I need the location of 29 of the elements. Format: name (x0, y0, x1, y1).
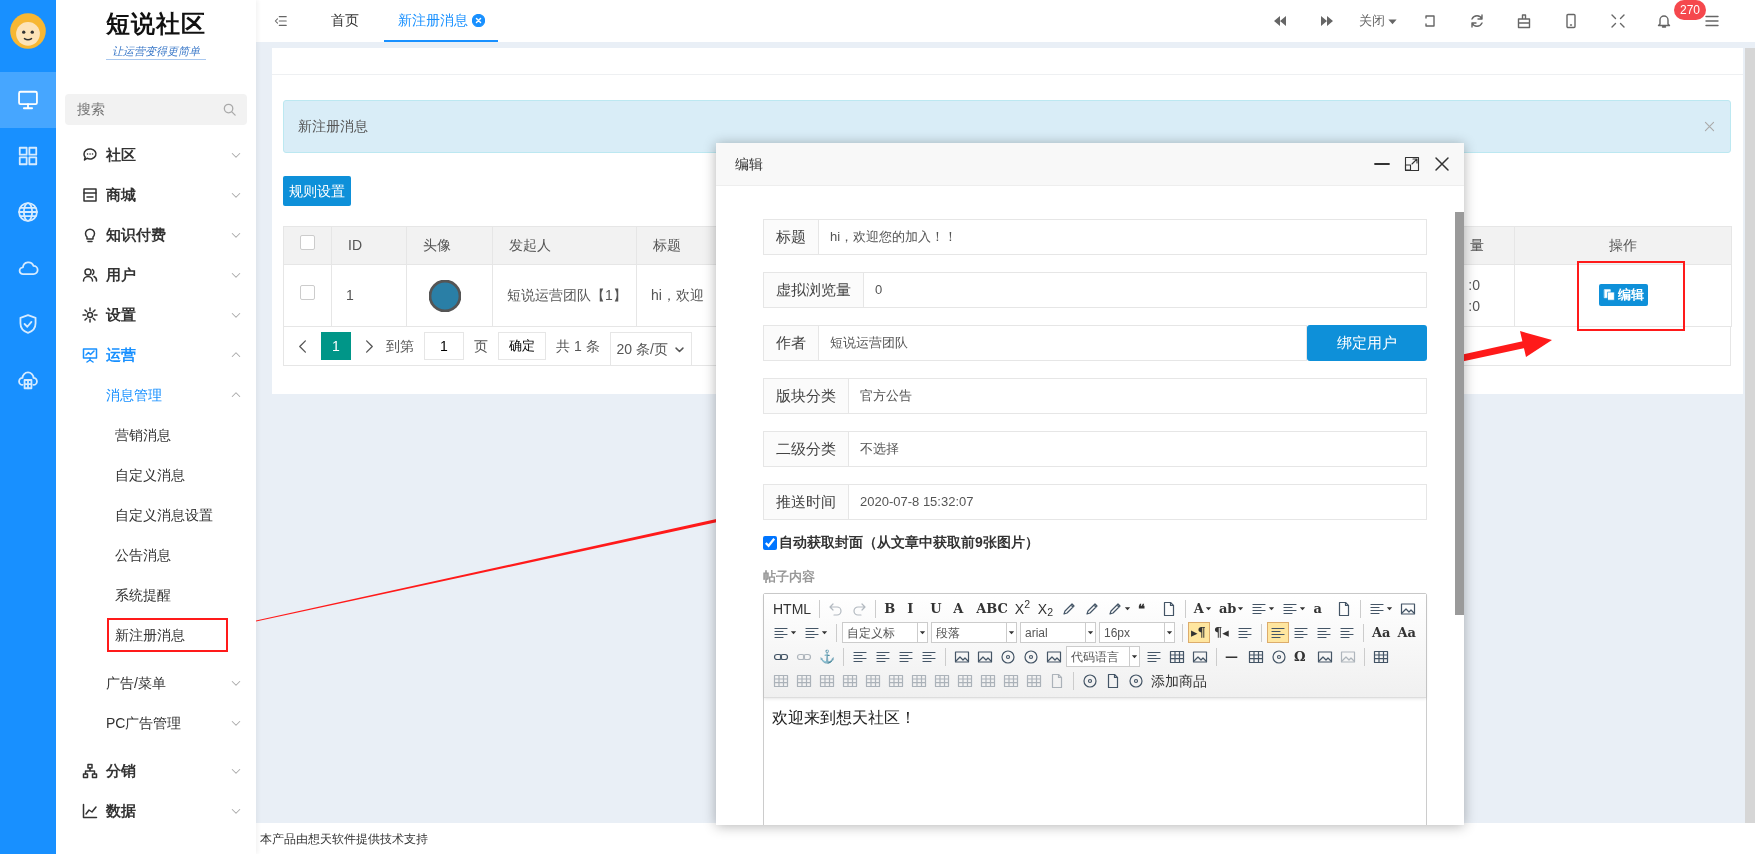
slogan: 让运营变得更简单 (106, 42, 206, 61)
footer-text: 本产品由想天软件提供技术支持 (260, 830, 428, 848)
goto-label: 到第 (386, 336, 414, 356)
column-header: 头像 (423, 237, 451, 253)
field-label: 推送时间 (763, 484, 849, 520)
column-header: 操作 (1609, 237, 1637, 253)
table-cell: 短说运营团队【1】 (507, 287, 627, 303)
section-label: 帖子内容 (763, 568, 816, 586)
brand-name: 短说社区 (106, 10, 206, 39)
notification-badge: 270 (1674, 0, 1707, 20)
table-cell-text: :0 (1467, 275, 1480, 295)
field-label: 标题 (763, 219, 819, 255)
field-label: 二级分类 (763, 431, 849, 467)
dialog-title: 编辑 (735, 154, 764, 174)
checkbox-label: 自动获取封面（从文章中获取前9张图片） (779, 533, 1039, 552)
table-cell: hi，欢迎 (651, 287, 704, 303)
field-label: 版块分类 (763, 378, 849, 414)
field-label: 虚拟浏览量 (763, 272, 864, 308)
column-header: 量 (1470, 237, 1484, 253)
field-label: 作者 (763, 325, 819, 361)
alert-text: 新注册消息 (298, 117, 368, 136)
table-cell-text: :0 (1467, 296, 1480, 316)
table-cell: 1 (346, 287, 354, 303)
total-count: 共 1 条 (556, 336, 600, 356)
column-header: ID (348, 237, 362, 253)
editor-text: 欢迎来到想天社区！ (771, 707, 917, 728)
page-unit: 页 (474, 336, 488, 356)
column-header: 标题 (653, 237, 681, 253)
column-header: 发起人 (509, 237, 551, 253)
